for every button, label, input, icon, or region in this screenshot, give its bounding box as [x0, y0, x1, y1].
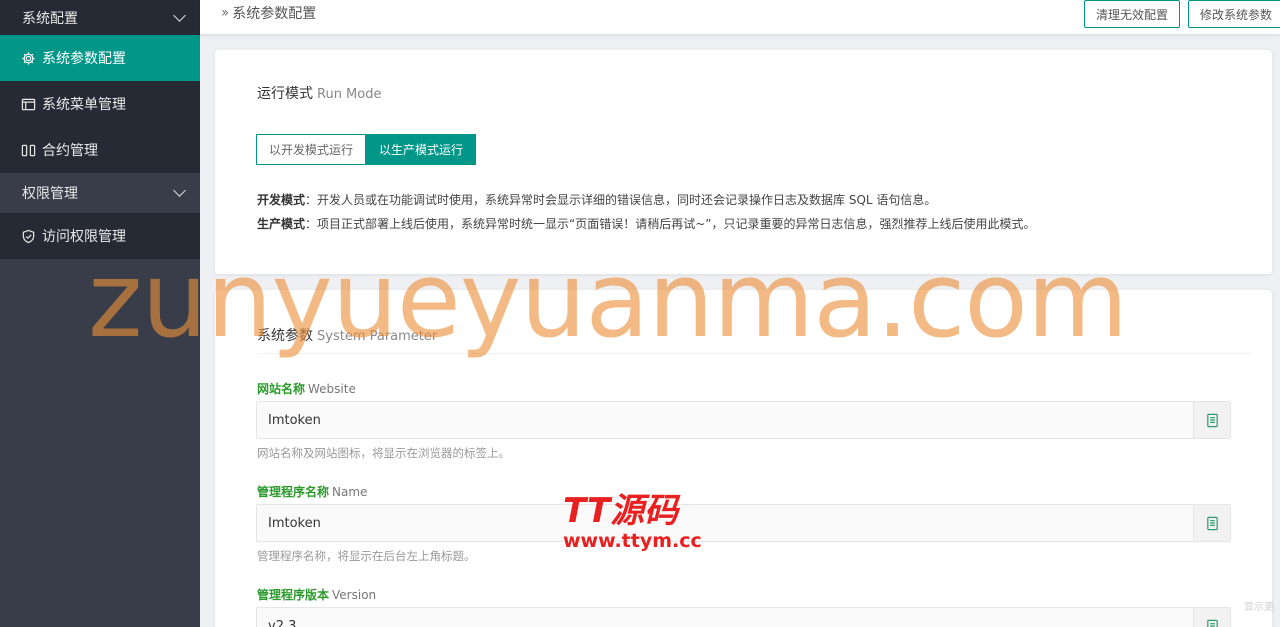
- run-mode-toggle: 以开发模式运行 以生产模式运行: [256, 134, 477, 165]
- website-name-input[interactable]: Imtoken: [256, 401, 1231, 439]
- sidebar-item-label: 系统参数配置: [42, 51, 126, 67]
- watermark-text: zunyueyuanma.com: [88, 239, 1128, 361]
- sidebar-group-auth[interactable]: 权限管理: [0, 173, 200, 213]
- sidebar-item-system-menu[interactable]: 系统菜单管理: [0, 81, 200, 127]
- double-chevron-right-icon: ››: [221, 5, 229, 21]
- prod-mode-option[interactable]: 以生产模式运行: [366, 134, 477, 165]
- document-icon[interactable]: [1193, 608, 1230, 627]
- window-icon: [21, 98, 36, 110]
- field-label-cn: 网站名称: [257, 382, 306, 396]
- chevron-down-icon: [173, 184, 186, 197]
- document-icon[interactable]: [1193, 402, 1230, 438]
- website-name-label: 网站名称 Website: [257, 380, 356, 397]
- prod-mode-text: ：项目正式部署上线后使用，系统异常时统一显示“页面错误！请稍后再试~”，只记录重…: [305, 217, 1036, 231]
- field-label-cn: 管理程序版本: [257, 588, 330, 602]
- dev-mode-description: 开发模式：开发人员或在功能调试时使用，系统异常时会显示详细的错误信息，同时还会记…: [257, 191, 936, 208]
- watermark-logo-title: TT源码: [563, 491, 679, 531]
- prod-mode-label: 生产模式: [257, 217, 306, 231]
- sidebar-item-label: 合约管理: [42, 143, 98, 159]
- sidebar-item-contract[interactable]: 合约管理: [0, 127, 200, 173]
- shield-check-icon: [22, 229, 35, 243]
- breadcrumb-current: 系统参数配置: [232, 6, 317, 22]
- sidebar-group-label: 权限管理: [22, 186, 78, 202]
- clear-invalid-config-button[interactable]: 清理无效配置: [1084, 0, 1181, 28]
- run-mode-title: 运行模式 Run Mode: [257, 83, 381, 103]
- watermark-corner-text: 显示更: [1244, 602, 1274, 613]
- input-value: Imtoken: [268, 516, 321, 531]
- field-label-en: Version: [332, 588, 377, 602]
- input-value: v2.3: [268, 619, 297, 627]
- field-label-cn: 管理程序名称: [257, 485, 330, 499]
- app-version-label: 管理程序版本 Version: [257, 586, 376, 603]
- run-mode-title-cn: 运行模式: [257, 86, 313, 102]
- website-name-help: 网站名称及网站图标，将显示在浏览器的标签上。: [257, 446, 510, 460]
- app-name-help: 管理程序名称，将显示在后台左上角标题。: [257, 549, 476, 563]
- watermark-logo: TT源码 www.ttym.cc: [563, 494, 702, 552]
- field-label-en: Website: [308, 382, 356, 396]
- dev-mode-text: ：开发人员或在功能调试时使用，系统异常时会显示详细的错误信息，同时还会记录操作日…: [305, 193, 937, 207]
- app-name-input[interactable]: Imtoken: [256, 504, 1231, 542]
- breadcrumb: ›› 系统参数配置: [221, 3, 316, 23]
- document-icon[interactable]: [1193, 505, 1230, 541]
- dev-mode-option[interactable]: 以开发模式运行: [256, 134, 367, 165]
- columns-icon: [21, 144, 36, 156]
- chevron-down-icon: [173, 8, 186, 22]
- sidebar-group-label: 系统配置: [22, 10, 78, 27]
- prod-mode-description: 生产模式：项目正式部署上线后使用，系统异常时统一显示“页面错误！请稍后再试~”，…: [257, 215, 1036, 232]
- sidebar-group-system-config[interactable]: 系统配置: [0, 0, 200, 35]
- field-label-en: Name: [332, 485, 368, 499]
- edit-system-params-button[interactable]: 修改系统参数: [1188, 0, 1280, 28]
- sidebar-item-label: 系统菜单管理: [42, 97, 126, 113]
- app-name-label: 管理程序名称 Name: [257, 483, 367, 500]
- gear-icon: [22, 51, 35, 65]
- dev-mode-label: 开发模式: [257, 193, 306, 207]
- app-version-input[interactable]: v2.3: [256, 607, 1231, 627]
- input-value: Imtoken: [268, 413, 321, 428]
- watermark-logo-url: www.ttym.cc: [563, 530, 702, 552]
- top-header: ›› 系统参数配置 清理无效配置 修改系统参数: [200, 0, 1280, 35]
- sidebar-item-system-params[interactable]: 系统参数配置: [0, 35, 200, 81]
- run-mode-title-en: Run Mode: [317, 87, 382, 102]
